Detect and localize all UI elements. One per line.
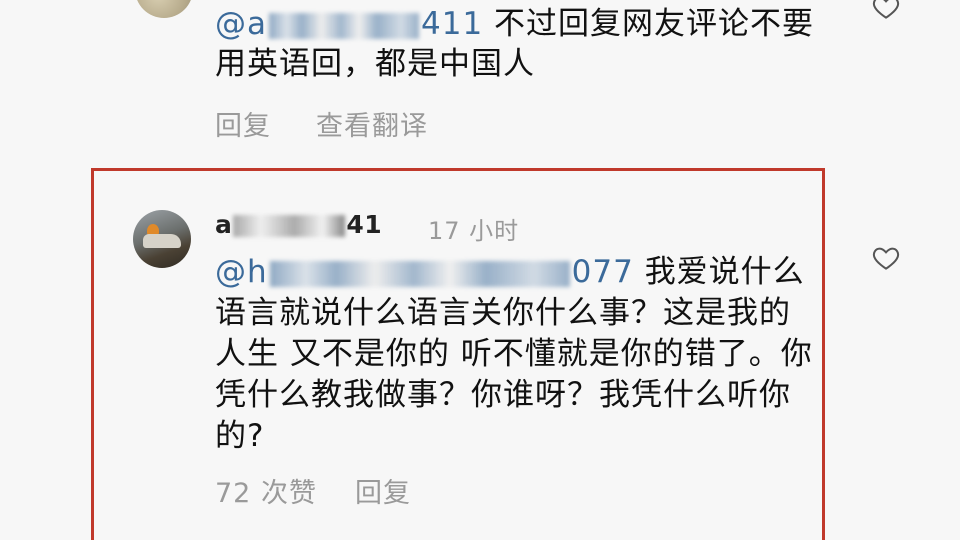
avatar-car [143, 234, 181, 248]
translate-button[interactable]: 查看翻译 [316, 104, 428, 143]
avatar[interactable] [133, 210, 191, 268]
comment-time: 17 小时 [428, 217, 520, 245]
comment-thread: @a 411 不过回复网友评论不要用英语回，都是中国人 回复 查看翻译 a 41 1… [0, 0, 960, 540]
username[interactable]: a 41 [215, 210, 382, 239]
likes-count[interactable]: 72 次赞 [215, 471, 317, 510]
user-mention[interactable]: @h 077 [215, 254, 634, 290]
blurred-username [233, 215, 346, 237]
comment-text: @a 411 不过回复网友评论不要用英语回，都是中国人 [215, 4, 815, 84]
blurred-mention [269, 12, 419, 39]
blurred-mention [269, 260, 570, 287]
reply-button[interactable]: 回复 [355, 471, 411, 510]
reply-button[interactable]: 回复 [215, 104, 271, 143]
heart-icon[interactable] [871, 0, 901, 22]
user-mention[interactable]: @a 411 [215, 6, 483, 42]
heart-icon[interactable] [871, 243, 901, 273]
comment-text: @h 077 我爱说什么语言就说什么语言关你什么事？这是我的人生 又不是你的 听不… [215, 252, 815, 457]
avatar[interactable] [135, 0, 193, 18]
